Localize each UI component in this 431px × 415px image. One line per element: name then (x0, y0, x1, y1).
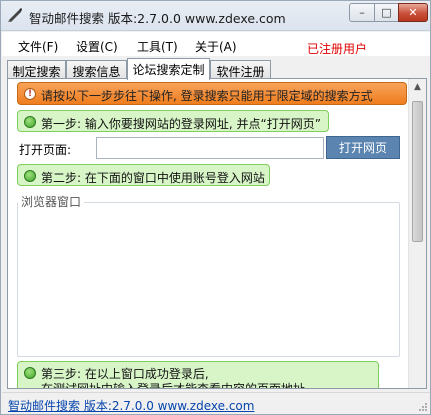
app-window: 智动邮件搜索 版本:2.7.0.0 www.zdexe.com – □ ✕ 文件… (0, 0, 431, 415)
step2-banner: 第二步: 在下面的窗口中使用账号登入网站 (17, 164, 270, 186)
step-bullet-icon (24, 116, 36, 128)
step3-banner: 第三步: 在以上窗口成功登录后, 在测试网址中输入登录后才能查看内容的页面地址 (17, 361, 379, 389)
title-bar[interactable]: 智动邮件搜索 版本:2.7.0.0 www.zdexe.com – □ ✕ (1, 1, 430, 31)
step-bullet-icon (24, 170, 36, 182)
step1-text: 第一步: 输入你要搜网站的登录网址, 并点“打开网页” (41, 117, 321, 131)
open-page-label: 打开页面: (19, 143, 72, 157)
window-title: 智动邮件搜索 版本:2.7.0.0 www.zdexe.com (29, 11, 286, 26)
step1-banner: 第一步: 输入你要搜网站的登录网址, 并点“打开网页” (17, 110, 329, 132)
registered-status: 已注册用户 (307, 42, 368, 56)
forum-search-panel: ! 请按以下一步步往下操作, 登录搜索只能用于限定域的搜索方式 第一步: 输入你… (7, 78, 427, 389)
url-input[interactable] (96, 137, 324, 159)
vertical-scrollbar[interactable]: ▲ (408, 79, 426, 388)
tab-forum-search[interactable]: 论坛搜索定制 (127, 58, 210, 80)
menu-bar: 文件(F) 设置(C) 工具(T) 关于(A) 已注册用户 (2, 32, 430, 56)
menu-tools[interactable]: 工具(T) (137, 38, 178, 55)
website-link[interactable]: 智动邮件搜索 版本:2.7.0.0 www.zdexe.com (8, 397, 254, 414)
open-page-button[interactable]: 打开网页 (326, 136, 400, 159)
step3-text-line2: 在测试网址中输入登录后才能查看内容的页面地址 (41, 382, 306, 389)
maximize-button[interactable]: □ (374, 3, 399, 22)
warning-icon: ! (24, 88, 36, 100)
menu-settings[interactable]: 设置(C) (76, 38, 118, 55)
tab-search-info[interactable]: 搜索信息 (66, 60, 127, 79)
app-logo-icon (8, 8, 22, 22)
browser-window-label: 浏览器窗口 (18, 193, 85, 210)
menu-file[interactable]: 文件(F) (18, 38, 58, 55)
close-button[interactable]: ✕ (398, 3, 428, 22)
step-bullet-icon (24, 367, 36, 379)
scroll-up-icon[interactable]: ▲ (411, 82, 424, 95)
scroll-thumb[interactable] (412, 101, 423, 242)
resize-grip-icon[interactable] (418, 402, 428, 412)
browser-window[interactable] (17, 202, 400, 357)
tab-custom-search[interactable]: 制定搜索 (7, 60, 66, 79)
tab-registration[interactable]: 软件注册 (210, 60, 271, 79)
menu-about[interactable]: 关于(A) (195, 38, 237, 55)
status-bar: 智动邮件搜索 版本:2.7.0.0 www.zdexe.com (2, 392, 430, 414)
warning-text: 请按以下一步步往下操作, 登录搜索只能用于限定域的搜索方式 (41, 89, 373, 103)
minimize-button[interactable]: – (349, 3, 375, 22)
warning-banner: ! 请按以下一步步往下操作, 登录搜索只能用于限定域的搜索方式 (17, 82, 407, 105)
step2-text: 第二步: 在下面的窗口中使用账号登入网站 (41, 171, 265, 185)
